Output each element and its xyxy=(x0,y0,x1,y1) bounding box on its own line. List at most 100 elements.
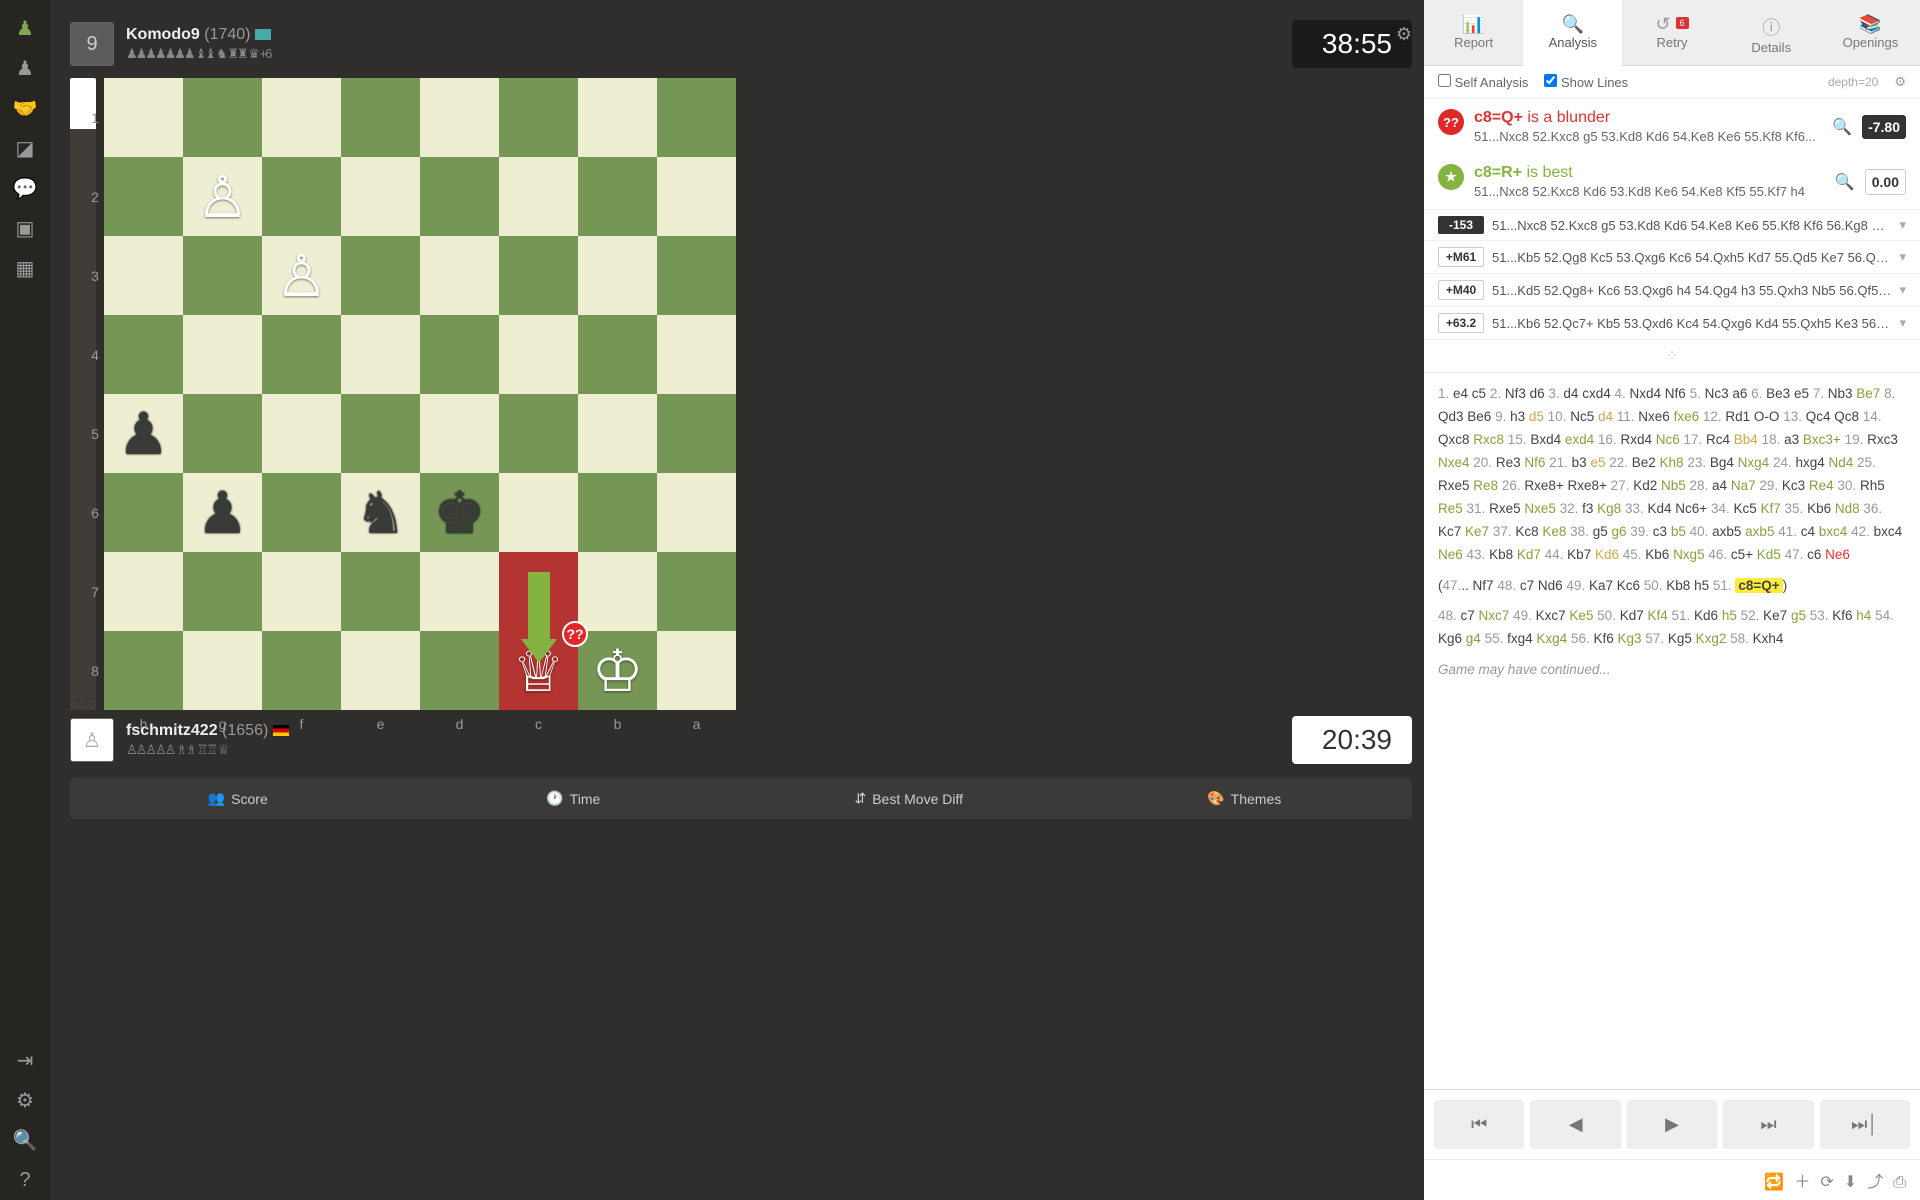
piece[interactable]: ♙ xyxy=(197,163,249,231)
self-analysis-checkbox[interactable]: Self Analysis xyxy=(1438,74,1528,90)
square-h4[interactable] xyxy=(104,315,183,394)
tab-details[interactable]: ⓘDetails xyxy=(1722,0,1821,66)
friends-icon[interactable]: ▣ xyxy=(0,208,50,248)
square-f7[interactable] xyxy=(262,552,341,631)
tab-openings[interactable]: 📚Openings xyxy=(1821,0,1920,66)
piece[interactable]: ♞ xyxy=(355,479,407,547)
square-b3[interactable] xyxy=(578,236,657,315)
square-h5[interactable]: ♟ xyxy=(104,394,183,473)
puzzle-icon[interactable]: ◪ xyxy=(0,128,50,168)
chess-board[interactable]: ♙♙♟♟♞♚♕♔ xyxy=(104,78,736,710)
help-icon[interactable]: ? xyxy=(0,1160,50,1200)
tab-analysis[interactable]: 🔍Analysis xyxy=(1523,0,1622,66)
square-a8[interactable] xyxy=(657,631,736,710)
square-a2[interactable] xyxy=(657,157,736,236)
bottom-tab-themes[interactable]: 🎨Themes xyxy=(1077,778,1413,819)
tab-report[interactable]: 📊Report xyxy=(1424,0,1523,66)
square-e4[interactable] xyxy=(341,315,420,394)
bottom-tab-time[interactable]: 🕐Time xyxy=(406,778,742,819)
square-b7[interactable] xyxy=(578,552,657,631)
square-c2[interactable] xyxy=(499,157,578,236)
square-g4[interactable] xyxy=(183,315,262,394)
square-e8[interactable] xyxy=(341,631,420,710)
first-move-button[interactable]: ⏮ xyxy=(1434,1100,1524,1149)
square-f8[interactable] xyxy=(262,631,341,710)
pgn-icon[interactable]: ⎙ xyxy=(1893,1174,1906,1191)
square-f3[interactable]: ♙ xyxy=(262,236,341,315)
refresh-icon[interactable]: ⟳ xyxy=(1820,1174,1833,1191)
top-player-avatar[interactable]: 9 xyxy=(70,22,114,66)
pawn-icon[interactable]: ♟ xyxy=(0,8,50,48)
square-g3[interactable] xyxy=(183,236,262,315)
square-a1[interactable] xyxy=(657,78,736,157)
square-c6[interactable] xyxy=(499,473,578,552)
handshake-icon[interactable]: 🤝 xyxy=(0,88,50,128)
last-move-button[interactable]: ⏭ xyxy=(1723,1100,1813,1149)
bottom-tab-score[interactable]: 👥Score xyxy=(70,778,406,819)
square-f5[interactable] xyxy=(262,394,341,473)
add-icon[interactable]: ＋ xyxy=(1794,1174,1810,1191)
collapse-icon[interactable]: ⇥ xyxy=(0,1040,50,1080)
square-b4[interactable] xyxy=(578,315,657,394)
square-a5[interactable] xyxy=(657,394,736,473)
square-h7[interactable] xyxy=(104,552,183,631)
prev-move-button[interactable]: ◀ xyxy=(1530,1100,1620,1149)
top-player-name[interactable]: Komodo9 xyxy=(126,26,200,43)
piece[interactable]: ♟ xyxy=(197,479,249,547)
square-e7[interactable] xyxy=(341,552,420,631)
critique-blunder[interactable]: ??c8=Q+ is a blunder51...Nxc8 52.Kxc8 g5… xyxy=(1424,99,1920,154)
engine-line[interactable]: -15351...Nxc8 52.Kxc8 g5 53.Kd8 Kd6 54.K… xyxy=(1424,210,1920,241)
square-g2[interactable]: ♙ xyxy=(183,157,262,236)
square-d2[interactable] xyxy=(420,157,499,236)
square-e6[interactable]: ♞ xyxy=(341,473,420,552)
piece[interactable]: ♟ xyxy=(118,400,170,468)
square-a3[interactable] xyxy=(657,236,736,315)
show-lines-checkbox[interactable]: Show Lines xyxy=(1544,74,1628,90)
expand-icon[interactable]: ▾ xyxy=(1899,249,1906,265)
search-icon[interactable]: 🔍 xyxy=(1835,172,1855,192)
engine-line[interactable]: +63.251...Kb6 52.Qc7+ Kb5 53.Qxd6 Kc4 54… xyxy=(1424,307,1920,340)
square-b8[interactable]: ♔ xyxy=(578,631,657,710)
square-c1[interactable] xyxy=(499,78,578,157)
square-d6[interactable]: ♚ xyxy=(420,473,499,552)
expand-icon[interactable]: ▾ xyxy=(1899,282,1906,298)
expand-icon[interactable]: ▾ xyxy=(1899,315,1906,331)
piece[interactable]: ♙ xyxy=(276,242,328,310)
search-icon[interactable]: 🔍 xyxy=(1832,117,1852,137)
square-g5[interactable] xyxy=(183,394,262,473)
engine-line[interactable]: +M4051...Kd5 52.Qg8+ Kc6 53.Qxg6 h4 54.Q… xyxy=(1424,274,1920,307)
square-d4[interactable] xyxy=(420,315,499,394)
end-button[interactable]: ⏭│ xyxy=(1820,1100,1910,1149)
square-b2[interactable] xyxy=(578,157,657,236)
square-e1[interactable] xyxy=(341,78,420,157)
engine-line[interactable]: +M6151...Kb5 52.Qg8 Kc5 53.Qxg6 Kc6 54.Q… xyxy=(1424,241,1920,274)
square-f2[interactable] xyxy=(262,157,341,236)
critique-best[interactable]: ★c8=R+ is best51...Nxc8 52.Kxc8 Kd6 53.K… xyxy=(1424,154,1920,209)
gear-icon[interactable]: ⚙ xyxy=(1894,74,1906,90)
square-b6[interactable] xyxy=(578,473,657,552)
piece[interactable]: ♚ xyxy=(434,479,486,547)
square-f4[interactable] xyxy=(262,315,341,394)
square-h2[interactable] xyxy=(104,157,183,236)
square-h3[interactable] xyxy=(104,236,183,315)
expand-icon[interactable]: ▾ xyxy=(1899,217,1906,233)
square-c4[interactable] xyxy=(499,315,578,394)
next-move-button[interactable]: ▶ xyxy=(1627,1100,1717,1149)
square-b5[interactable] xyxy=(578,394,657,473)
square-h6[interactable] xyxy=(104,473,183,552)
square-a6[interactable] xyxy=(657,473,736,552)
square-f6[interactable] xyxy=(262,473,341,552)
square-g6[interactable]: ♟ xyxy=(183,473,262,552)
square-d5[interactable] xyxy=(420,394,499,473)
square-b1[interactable] xyxy=(578,78,657,157)
square-c5[interactable] xyxy=(499,394,578,473)
board-icon[interactable]: ▦ xyxy=(0,248,50,288)
moves-list[interactable]: 1. e4 c5 2. Nf3 d6 3. d4 cxd4 4. Nxd4 Nf… xyxy=(1424,373,1920,1089)
tab-retry[interactable]: ↺ 6Retry xyxy=(1622,0,1721,66)
square-f1[interactable] xyxy=(262,78,341,157)
search-icon[interactable]: 🔍 xyxy=(0,1120,50,1160)
chat-icon[interactable]: 💬 xyxy=(0,168,50,208)
download-icon[interactable]: ⬇ xyxy=(1844,1174,1857,1191)
flip-icon[interactable]: 🔁 xyxy=(1764,1174,1784,1191)
share-icon[interactable]: ⤴ xyxy=(1867,1174,1883,1191)
